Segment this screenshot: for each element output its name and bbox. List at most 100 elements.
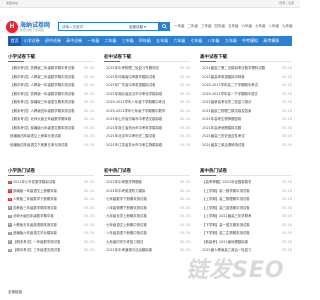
article-title[interactable]: 2021年中考英语听力模拟 [106, 187, 145, 196]
article-title[interactable]: 2021年北京市中考历史二模试卷 [106, 132, 155, 141]
article-title[interactable]: 【上学期】高二物理期中测试卷 [202, 195, 249, 204]
article-title[interactable]: 【下学期】高一语文期末测试卷 [202, 221, 249, 230]
list-item[interactable]: · 【下学期】高二生物期末测试卷 05-16 [200, 229, 292, 238]
login-register-link[interactable]: 登录 | 注册 [279, 1, 294, 5]
list-item[interactable]: · 2021届高三历史适应性考试 05-16 [200, 132, 292, 141]
site-logo[interactable]: H 海纳试卷网 免费试卷下载网站 [6, 20, 50, 36]
article-title[interactable]: 2021年江苏省苏州市中考生物模拟卷 [106, 141, 162, 150]
article-title[interactable]: 【上学期】高一数学期中测试卷 [202, 187, 249, 196]
list-item[interactable]: · 2021年北京市中考历史二模试卷 05-16 [104, 132, 190, 141]
article-title[interactable]: 九年级历史中考复习测试 [106, 238, 143, 247]
article-title[interactable]: 【期中考试】人教版一年级数学期中测试卷 [10, 81, 74, 90]
article-title[interactable]: 统编版四年级语文上册单元测试卷 [10, 132, 61, 141]
list-item[interactable]: · 【上学期】高二物理期中测试卷 05-16 [200, 195, 292, 204]
list-item[interactable]: 3 人教版二年级数学下册期末卷 05-16 [8, 195, 94, 204]
hot-grade-link[interactable]: 一年级 [174, 24, 185, 28]
nav-item[interactable]: 九年级 [222, 36, 239, 46]
nav-item[interactable]: 四年级 [136, 36, 153, 46]
article-title[interactable]: 2021年广东省中考英语模拟试卷 [106, 81, 155, 90]
list-item[interactable]: · 【高考押题】2021年全国卷数学 05-16 [200, 178, 292, 187]
list-item[interactable]: 9 【期中考试】三年级语文测试卷 05-16 [8, 246, 94, 255]
list-item[interactable]: · 九年级化学上册期末测试卷 05-16 [104, 212, 190, 221]
article-title[interactable]: 2021年高考生物押题密卷 [202, 115, 241, 124]
list-item[interactable]: 1 2021年小升初数学模拟试卷 05-16 [8, 178, 94, 187]
list-item[interactable]: · 2021年中考物理二轮复习专题测试 05-16 [104, 64, 190, 73]
list-item[interactable]: · 2021年江苏省苏州市中考生物模拟卷 05-16 [104, 141, 190, 150]
article-title[interactable]: 2020-2021学年高二下学期期中考试 [202, 81, 258, 90]
article-title[interactable]: 【期中考试】人教版二年级数学期中测试卷 [10, 73, 74, 82]
article-title[interactable]: 【上学期】2021届高三化学联考 [202, 212, 251, 221]
list-item[interactable]: · 【期中考试】人教版二年级数学期中测试卷 05-16 [8, 73, 94, 82]
list-item[interactable]: · 九年级历史中考复习测试 05-16 [104, 238, 190, 247]
article-title[interactable]: 统编版四年级语文下册第五单元测试卷 [10, 141, 68, 150]
nav-item[interactable]: 首页 [8, 36, 22, 46]
article-title[interactable]: 2021年中考数学押题卷 [106, 178, 142, 187]
list-item[interactable]: · 【期中考试】苏教版二年级数学期中考试卷 05-16 [8, 64, 94, 73]
article-title[interactable]: 【期末考试】部编版六年级语文期末测试卷 [10, 124, 74, 133]
list-item[interactable]: · 2021届高三物理三模试卷及答案 05-16 [200, 107, 292, 116]
list-item[interactable]: · 统编版四年级语文上册单元测试卷 05-16 [8, 132, 94, 141]
article-title[interactable]: 【期中考试】三年级语文测试卷 [13, 246, 60, 255]
article-title[interactable]: 2021年河南省中考数学模拟试卷 [106, 73, 155, 82]
article-title[interactable]: 【期末考试】北师大版五年级数学期末卷 [10, 115, 71, 124]
nav-item[interactable]: 二年级 [102, 36, 119, 46]
nav-item[interactable]: 小学试卷 [21, 36, 42, 46]
article-title[interactable]: 【期中考试】苏教版一年级数学期中测试卷 [10, 90, 74, 99]
article-title[interactable]: 2021年浙江省杭州市中考科学模拟卷 [106, 124, 162, 133]
nav-item[interactable]: 三年级 [119, 36, 136, 46]
list-item[interactable]: · 八年级英语下册期中测试卷 05-16 [104, 229, 190, 238]
list-item[interactable]: · 2020-2021学年八年级下学期期中考试 05-16 [104, 98, 190, 107]
article-title[interactable]: 【期末考试】人教版四年级数学期末测试卷 [10, 107, 74, 116]
list-item[interactable]: · 八年级物理下册期末测试卷 05-16 [104, 204, 190, 213]
hot-grade-link[interactable]: 七年级 [255, 24, 266, 28]
article-title[interactable]: 2021届高三第二次模拟考试数学理科试题 [202, 64, 265, 73]
list-item[interactable]: · 2021届新高考化学二轮复习测试 05-16 [200, 98, 292, 107]
list-item[interactable]: · 2021年山东省济南市中考语文模拟卷 05-16 [104, 115, 190, 124]
hot-grade-link[interactable]: 四年级 [215, 24, 226, 28]
article-title[interactable]: 七年级语文上册期中测试卷 [106, 221, 147, 230]
list-item[interactable]: · 【期末考试】人教版四年级数学期末测试卷 05-16 [8, 107, 94, 116]
list-item[interactable]: 8 【期末考试】一年级数学测试卷 05-16 [8, 238, 94, 247]
article-title[interactable]: 2021年中考物理二轮复习专题测试 [106, 64, 159, 73]
article-title[interactable]: 【上学期】高三英语期中测试卷 [202, 204, 249, 213]
article-title[interactable]: 七年级数学下册期末测试卷 [106, 195, 147, 204]
list-item[interactable]: · 【新高考】2021届地理模拟卷 05-16 [200, 238, 292, 247]
hot-grade-link[interactable]: 八年级 [269, 24, 280, 28]
list-item[interactable]: · 【期末考试】部编版六年级语文期末测试卷 05-16 [8, 124, 94, 133]
article-title[interactable]: 2021年山东省济南市中考语文模拟卷 [106, 115, 162, 124]
bookmark-link[interactable]: 收藏本站 [6, 1, 18, 5]
list-item[interactable]: · 统编版四年级语文下册第五单元测试卷 05-16 [8, 141, 94, 150]
article-title[interactable]: 北师大版四年级数学期中卷 [13, 212, 54, 221]
article-title[interactable]: 部编版六年级语文毕业模拟卷 [13, 229, 57, 238]
article-title[interactable]: 人教版二年级数学下册期末卷 [13, 195, 57, 204]
article-title[interactable]: 2021届高三历史适应性考试 [202, 132, 245, 141]
list-item[interactable]: · 2021届高三政治调研测试卷 05-16 [200, 141, 292, 150]
article-title[interactable]: 【下学期】高二生物期末测试卷 [202, 229, 249, 238]
list-item[interactable]: 5 北师大版四年级数学期中卷 05-16 [8, 212, 94, 221]
list-item[interactable]: · 2021年高考生物押题密卷 05-16 [200, 115, 292, 124]
list-item[interactable]: · 2020-2021学年七年级下学期期中数学 05-16 [104, 107, 190, 116]
article-title[interactable]: 2021年湖北省武汉市中考化学模拟卷 [106, 90, 162, 99]
hot-grade-link[interactable]: 九年级 [282, 24, 293, 28]
article-title[interactable]: 【期末考试】一年级数学测试卷 [13, 238, 60, 247]
list-item[interactable]: 4 苏教版三年级数学期末测试卷 05-16 [8, 204, 94, 213]
list-item[interactable]: · 【期中考试】苏教版一年级数学期中测试卷 05-16 [8, 90, 94, 99]
nav-item[interactable]: 八年级 [205, 36, 222, 46]
nav-item[interactable]: 五年级 [154, 36, 171, 46]
article-title[interactable]: 九年级化学上册期末测试卷 [106, 212, 147, 221]
list-item[interactable]: · 七年级语文上册期中测试卷 05-16 [104, 221, 190, 230]
hot-grade-link[interactable]: 二年级 [188, 24, 199, 28]
article-title[interactable]: 【期末考试】部编版三年级语文期末测试卷 [10, 98, 74, 107]
article-title[interactable]: 八年级英语下册期中测试卷 [106, 229, 147, 238]
list-item[interactable]: · 2021年中考英语听力模拟 05-16 [104, 187, 190, 196]
nav-item[interactable]: 中考模拟 [239, 36, 260, 46]
list-item[interactable]: · 2021年河南省中考数学模拟试卷 05-16 [104, 73, 190, 82]
list-item[interactable]: · 2021年广东省中考英语模拟试卷 05-16 [104, 81, 190, 90]
list-item[interactable]: 2 部编版一年级语文上册期末卷 05-16 [8, 187, 94, 196]
list-item[interactable]: · 2020-2021学年高一下学期期中语文 05-16 [200, 90, 292, 99]
hot-grade-link[interactable]: 五年级 [228, 24, 239, 28]
list-item[interactable]: · 【期末考试】部编版三年级语文期末测试卷 05-16 [8, 98, 94, 107]
article-title[interactable]: 八年级物理下册期末测试卷 [106, 204, 147, 213]
article-title[interactable]: 2021届高三政治调研测试卷 [202, 141, 245, 150]
article-title[interactable]: 【高考押题】2021年全国卷数学 [202, 178, 251, 187]
